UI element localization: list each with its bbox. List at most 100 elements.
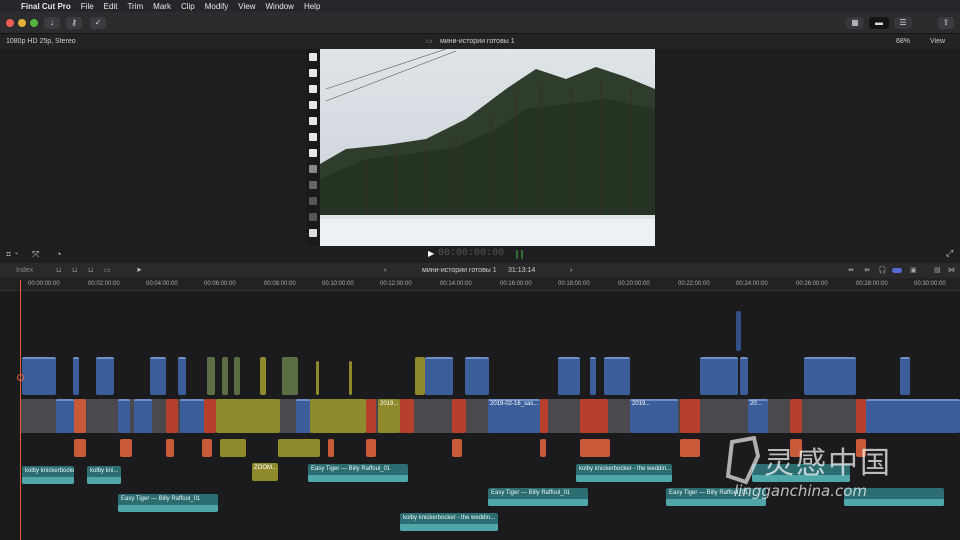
storyline-clip[interactable]	[540, 399, 548, 433]
menu-trim[interactable]: Trim	[127, 2, 143, 11]
connected-clip[interactable]	[222, 357, 228, 395]
fullscreen-icon[interactable]: ⤢	[946, 248, 953, 259]
connected-clip[interactable]	[558, 357, 580, 395]
insert-clip-icon[interactable]: ⊔	[72, 263, 77, 278]
solo-toggle[interactable]	[892, 268, 902, 273]
storyline-clip[interactable]	[216, 399, 280, 433]
view-menu-button[interactable]: View	[930, 34, 945, 49]
connected-clip[interactable]	[202, 439, 212, 457]
menu-app-name[interactable]: Final Cut Pro	[21, 2, 71, 11]
connected-clip[interactable]	[700, 357, 738, 395]
clip-appearance-icon[interactable]: ▣	[910, 263, 917, 278]
connected-clip[interactable]	[804, 357, 856, 395]
connected-clip[interactable]	[349, 361, 352, 395]
connected-clip[interactable]	[22, 357, 56, 395]
connected-clip[interactable]	[282, 357, 298, 395]
overwrite-clip-icon[interactable]: ▭	[104, 263, 111, 278]
inspector-toggle-icon[interactable]: ☰	[894, 17, 912, 29]
menu-edit[interactable]: Edit	[104, 2, 118, 11]
index-button[interactable]: Index	[16, 263, 33, 278]
effects-browser-icon[interactable]: ▤	[934, 263, 941, 278]
connected-clip[interactable]	[415, 357, 425, 395]
storyline-clip[interactable]	[400, 399, 414, 433]
connected-clip[interactable]	[604, 357, 630, 395]
storyline-clip[interactable]	[134, 399, 152, 433]
connected-clip[interactable]	[260, 357, 266, 395]
select-tool-icon[interactable]: ➤	[136, 263, 142, 278]
storyline-clip[interactable]	[856, 399, 866, 433]
connected-clip[interactable]	[736, 311, 741, 351]
crop-icon[interactable]: ⌗	[6, 249, 11, 260]
connected-clip[interactable]	[120, 439, 132, 457]
storyline-clip[interactable]	[790, 399, 802, 433]
connected-clip[interactable]	[328, 439, 334, 457]
menu-mark[interactable]: Mark	[153, 2, 171, 11]
storyline-clip[interactable]	[296, 399, 310, 433]
connected-clip[interactable]	[366, 439, 376, 457]
connected-clip[interactable]	[234, 357, 240, 395]
storyline-clip[interactable]	[56, 399, 74, 433]
crop-chevron-icon[interactable]: ⌄	[14, 249, 19, 256]
audio-clip[interactable]: Easy Tiger — Billy Raffoul_01	[308, 464, 408, 482]
menu-view[interactable]: View	[238, 2, 255, 11]
playhead[interactable]	[20, 280, 21, 540]
append-clip-icon[interactable]: ⊔	[88, 263, 93, 278]
audio-skimming-icon[interactable]: ⇻	[864, 263, 870, 278]
speed-icon[interactable]: ◔	[56, 249, 61, 259]
skimming-icon[interactable]: ⇹	[848, 263, 854, 278]
audio-clip[interactable]: Easy Tiger — Billy Raffoul_01	[488, 488, 588, 506]
connected-clip[interactable]	[73, 357, 79, 395]
transform-icon[interactable]: ⤧	[32, 249, 39, 260]
connected-clip[interactable]	[166, 439, 174, 457]
connected-clip[interactable]	[540, 439, 546, 457]
storyline-clip[interactable]	[452, 399, 466, 433]
viewer-canvas[interactable]	[306, 49, 655, 246]
connected-clip[interactable]	[178, 357, 186, 395]
connect-clip-icon[interactable]: ⊔	[56, 263, 61, 278]
zoom-level[interactable]: 68%	[896, 34, 910, 49]
connected-clip[interactable]	[278, 439, 320, 457]
storyline-clip[interactable]	[166, 399, 178, 433]
storyline-clip[interactable]	[118, 399, 130, 433]
close-window-button[interactable]	[6, 19, 14, 27]
menu-file[interactable]: File	[81, 2, 94, 11]
keyword-icon[interactable]: ⚷	[66, 17, 82, 29]
audio-clip[interactable]: kolby kni...	[87, 466, 121, 484]
import-icon[interactable]: ↓	[44, 17, 60, 29]
connected-clip[interactable]	[590, 357, 596, 395]
zoom-window-button[interactable]	[30, 19, 38, 27]
timeline-ruler[interactable]: 00:00:00:00 00:02:00:00 00:04:00:00 00:0…	[0, 278, 960, 291]
transitions-icon[interactable]: ⋈	[948, 263, 955, 278]
audio-clip[interactable]: kolby knickerbocker - the weddin...	[400, 513, 498, 531]
storyline-clip[interactable]	[366, 399, 376, 433]
storyline-clip[interactable]	[680, 399, 700, 433]
audio-clip[interactable]: Easy Tiger — Billy Raffoul_01	[118, 494, 218, 512]
connected-clip[interactable]	[900, 357, 910, 395]
connected-clip[interactable]	[425, 357, 453, 395]
storyline-clip[interactable]	[866, 399, 960, 433]
share-icon[interactable]: ⇪	[938, 17, 954, 29]
audio-clip[interactable]: kolby knickerbocker - the weddin...	[576, 464, 672, 482]
headphones-icon[interactable]: 🎧	[878, 263, 887, 278]
connected-clip[interactable]	[680, 439, 700, 457]
storyline-clip[interactable]	[180, 399, 204, 433]
background-tasks-icon[interactable]: ✓	[90, 17, 106, 29]
storyline-clip[interactable]	[580, 399, 608, 433]
connected-clip[interactable]	[220, 439, 246, 457]
timecode-display[interactable]: 00:00:00:00	[438, 248, 504, 259]
back-icon[interactable]: ‹	[384, 263, 386, 278]
storyline-clip[interactable]	[204, 399, 216, 433]
connected-clip[interactable]	[465, 357, 489, 395]
connected-clip[interactable]	[316, 361, 319, 395]
menu-window[interactable]: Window	[266, 2, 294, 11]
storyline-clip[interactable]	[74, 399, 86, 433]
forward-icon[interactable]: ›	[570, 263, 572, 278]
menu-clip[interactable]: Clip	[181, 2, 195, 11]
timeline-toggle-icon[interactable]: ▬	[869, 17, 889, 29]
connected-clip[interactable]	[150, 357, 166, 395]
menu-help[interactable]: Help	[304, 2, 320, 11]
menu-modify[interactable]: Modify	[205, 2, 229, 11]
connected-clip[interactable]	[452, 439, 462, 457]
play-icon[interactable]: ▶	[428, 249, 434, 258]
browser-toggle-icon[interactable]: ▦	[846, 17, 864, 29]
